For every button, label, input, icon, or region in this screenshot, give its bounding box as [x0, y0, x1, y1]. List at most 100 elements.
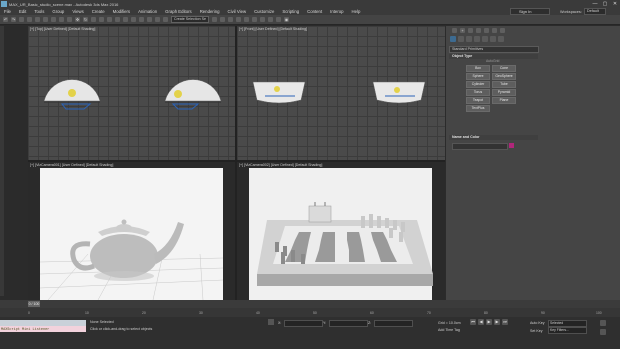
- menu-modifiers[interactable]: Modifiers: [109, 9, 134, 14]
- coord-y-field[interactable]: [329, 320, 368, 327]
- sphere-button[interactable]: Sphere: [466, 73, 490, 80]
- coord-z-field[interactable]: [374, 320, 413, 327]
- render-production-icon[interactable]: ◉: [283, 17, 289, 22]
- menu-customize[interactable]: Customize: [250, 9, 278, 14]
- time-configuration-icon[interactable]: [600, 320, 606, 326]
- add-time-tag-button[interactable]: Add Time Tag: [438, 328, 460, 332]
- undo-icon[interactable]: ↶: [3, 17, 8, 22]
- unlink-icon[interactable]: [27, 17, 32, 22]
- snaps-toggle-icon[interactable]: [131, 17, 136, 22]
- align-icon[interactable]: [219, 17, 225, 22]
- lights-icon[interactable]: [466, 36, 472, 42]
- keyboard-shortcut-icon[interactable]: [123, 17, 128, 22]
- geosphere-button[interactable]: GeoSphere: [492, 73, 516, 80]
- modify-icon[interactable]: [468, 28, 473, 33]
- rotate-icon[interactable]: ↻: [83, 17, 88, 22]
- named-selection-dropdown[interactable]: Create Selection Se: [171, 16, 209, 23]
- play-icon[interactable]: ▶: [486, 319, 492, 325]
- set-key-button[interactable]: Set Key: [530, 329, 543, 333]
- space-warps-icon[interactable]: [490, 36, 496, 42]
- sign-in-button[interactable]: Sign In: [510, 8, 550, 15]
- create-new-icon[interactable]: [452, 28, 457, 33]
- menu-interop[interactable]: Interop: [326, 9, 347, 14]
- menu-edit[interactable]: Edit: [15, 9, 30, 14]
- goto-end-icon[interactable]: ⏭: [502, 319, 508, 325]
- auto-key-button[interactable]: Auto Key: [530, 321, 545, 325]
- pyramid-button[interactable]: Pyramid: [492, 89, 516, 96]
- time-slider-thumb[interactable]: 0 / 100: [28, 301, 40, 307]
- material-editor-icon[interactable]: [259, 17, 265, 22]
- menu-animation[interactable]: Animation: [134, 9, 161, 14]
- previous-frame-icon[interactable]: ◀: [478, 319, 484, 325]
- spinner-snap-icon[interactable]: [155, 17, 160, 22]
- object-name-field[interactable]: [452, 143, 508, 150]
- rendered-frame-window-icon[interactable]: [275, 17, 281, 22]
- shapes-icon[interactable]: [458, 36, 464, 42]
- select-manipulate-icon[interactable]: [115, 17, 120, 22]
- percent-snap-icon[interactable]: [147, 17, 152, 22]
- menu-group[interactable]: Group: [48, 9, 68, 14]
- edit-named-selection-icon[interactable]: [163, 17, 168, 22]
- minimize-button[interactable]: —: [590, 0, 600, 8]
- maxscript-listener-output[interactable]: MAXScript Mini Listener: [0, 326, 86, 332]
- move-icon[interactable]: ✥: [75, 17, 80, 22]
- link-icon[interactable]: [19, 17, 24, 22]
- goto-start-icon[interactable]: ⏮: [470, 319, 476, 325]
- tube-button[interactable]: Tube: [492, 81, 516, 88]
- cone-button[interactable]: Cone: [492, 65, 516, 72]
- name-and-color-rollout-header[interactable]: Name and Color: [449, 135, 538, 140]
- scale-icon[interactable]: [91, 17, 96, 22]
- next-frame-icon[interactable]: ▶: [494, 319, 500, 325]
- menu-tools[interactable]: Tools: [30, 9, 48, 14]
- menu-civil-view[interactable]: Civil View: [224, 9, 251, 14]
- zoom-extents-icon[interactable]: [600, 329, 606, 335]
- rectangular-selection-icon[interactable]: [59, 17, 64, 22]
- window-crossing-icon[interactable]: [67, 17, 72, 22]
- display-icon[interactable]: [492, 28, 497, 33]
- redo-icon[interactable]: ↷: [11, 17, 16, 22]
- left-viewport-layout-bar[interactable]: [0, 26, 4, 296]
- render-setup-icon[interactable]: [267, 17, 273, 22]
- plane-button[interactable]: Plane: [492, 97, 516, 104]
- object-color-swatch[interactable]: [509, 143, 514, 148]
- cameras-icon[interactable]: [474, 36, 480, 42]
- schematic-view-icon[interactable]: [251, 17, 257, 22]
- select-object-icon[interactable]: [43, 17, 48, 22]
- textplus-button[interactable]: TextPlus: [466, 105, 490, 112]
- primitive-type-dropdown[interactable]: Standard Primitives: [449, 46, 539, 53]
- viewport-top[interactable]: [+] [Top] [User Defined] [Default Shadin…: [28, 26, 235, 160]
- key-filters-button[interactable]: Key Filters...: [548, 327, 587, 334]
- menu-help[interactable]: Help: [348, 9, 365, 14]
- menu-rendering[interactable]: Rendering: [196, 9, 224, 14]
- menu-graph-editors[interactable]: Graph Editors: [161, 9, 196, 14]
- close-button[interactable]: ✕: [610, 0, 620, 8]
- menu-content[interactable]: Content: [303, 9, 326, 14]
- helpers-icon[interactable]: [482, 36, 488, 42]
- lock-selection-icon[interactable]: [268, 319, 274, 325]
- systems-icon[interactable]: [498, 36, 504, 42]
- track-bar[interactable]: 0 10 20 30 40 50 60 70 80 90 100: [0, 308, 620, 317]
- graphite-toolbar-icon[interactable]: [235, 17, 241, 22]
- bind-space-warp-icon[interactable]: [35, 17, 40, 22]
- box-button[interactable]: Box: [466, 65, 490, 72]
- geometry-icon[interactable]: [450, 36, 456, 42]
- viewport-camera-chess[interactable]: [+] [VizCamera002] [User Defined] [Defau…: [237, 162, 445, 300]
- torus-button[interactable]: Torus: [466, 89, 490, 96]
- motion-icon[interactable]: [484, 28, 489, 33]
- coord-x-field[interactable]: [284, 320, 323, 327]
- hierarchy-icon[interactable]: [476, 28, 481, 33]
- reference-coordinate-icon[interactable]: [99, 17, 104, 22]
- viewport-camera-teapot[interactable]: [+] [VizCamera001] [User Defined] [Defau…: [28, 162, 235, 300]
- mirror-icon[interactable]: [211, 17, 217, 22]
- angle-snap-icon[interactable]: [139, 17, 144, 22]
- plus-icon[interactable]: +: [460, 28, 465, 33]
- time-slider[interactable]: 0 / 100: [0, 300, 620, 308]
- menu-views[interactable]: Views: [68, 9, 87, 14]
- viewport-front[interactable]: [+] [Front] [User Defined] [Default Shad…: [237, 26, 445, 160]
- pivot-center-icon[interactable]: [107, 17, 112, 22]
- maximize-button[interactable]: ▢: [600, 0, 610, 8]
- app-logo-icon[interactable]: [1, 1, 7, 7]
- cylinder-button[interactable]: Cylinder: [466, 81, 490, 88]
- auto-key-selection-dropdown[interactable]: Selected: [548, 320, 587, 327]
- menu-scripting[interactable]: Scripting: [278, 9, 303, 14]
